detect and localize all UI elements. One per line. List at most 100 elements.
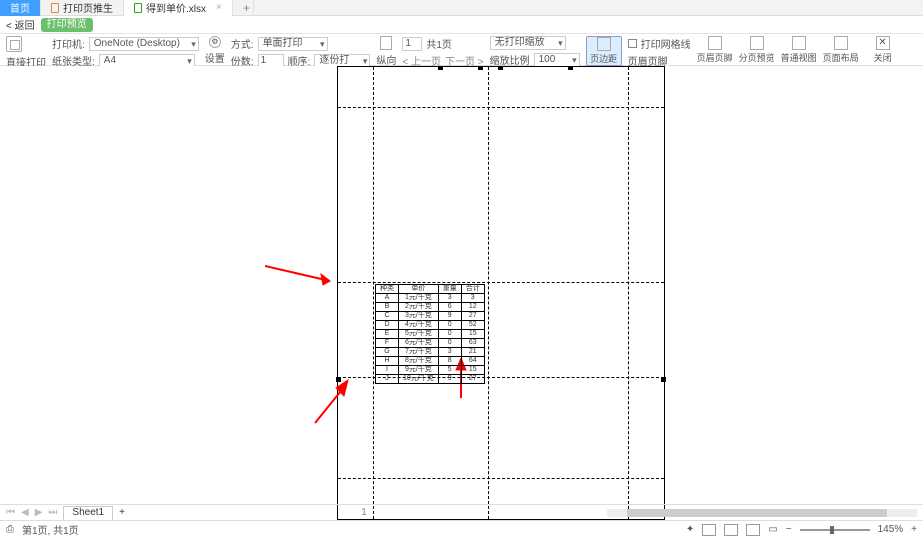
margin-bottom-line[interactable] [338,478,664,479]
tab-doc1-label: 打印页推生 [63,0,113,15]
printer-select[interactable]: OneNote (Desktop) [89,37,199,51]
view-break-icon[interactable] [746,524,760,536]
table-cell: 6 [438,303,461,312]
table-cell: C [376,312,399,321]
zoom-slider[interactable] [800,529,870,531]
page-layout-icon [834,36,848,50]
tab-add[interactable]: + [233,0,254,16]
sheet-tab[interactable]: Sheet1 [63,506,113,520]
status-bar: ⎙ 第1页, 共1页 ✦ ▭ − 145% + [0,520,923,538]
margin-handle[interactable] [478,66,483,70]
margins-button[interactable]: 页边距 [586,36,622,66]
tab-doc2[interactable]: 得到单价.xlsx× [124,0,233,16]
table-cell: 27 [461,375,484,384]
header-footer-icon [708,36,722,50]
title-tabs: 首页 打印页推生 得到单价.xlsx× + [0,0,923,16]
printer-icon[interactable] [6,36,22,52]
tab-close-icon[interactable]: × [216,2,222,13]
printer-label: 打印机: [52,36,85,51]
table-row: B2元/千克612 [376,303,485,312]
page-layout-label: 页面布局 [823,51,859,64]
table-cell: 3 [461,294,484,303]
column-break-line[interactable] [488,67,489,519]
ratio-select[interactable]: 100 % [534,53,580,67]
annotation-arrow-3 [310,378,355,428]
sheet-nav-first[interactable]: ⏮ [6,507,15,518]
margin-handle[interactable] [568,66,573,70]
sheet-nav-last[interactable]: ⏭ [48,507,57,518]
preview-canvas[interactable]: 种类 单价 重量 合计 A1元/千克33B2元/千克612C3元/千克927D4… [0,66,923,520]
view-mode-icon[interactable]: ✦ [686,524,694,535]
tab-home[interactable]: 首页 [0,0,41,16]
page-layout-button[interactable]: 页面布局 [823,36,859,64]
table-cell: 15 [461,330,484,339]
h-scrollbar[interactable] [607,509,917,517]
print-preview-button[interactable]: 打印预览 [41,18,93,32]
margin-right-line[interactable] [628,67,629,519]
table-row: H8元/千克864 [376,357,485,366]
table-cell: 64 [461,357,484,366]
header-footer-button[interactable]: 页眉页脚 [697,36,733,64]
table-cell: 5 [438,366,461,375]
doc-icon [51,3,59,13]
table-cell: 9 [438,312,461,321]
table-cell: G [376,348,399,357]
page-break-button[interactable]: 分页预览 [739,36,775,64]
table-cell: 21 [461,348,484,357]
normal-view-icon [792,36,806,50]
table-cell: 7元/千克 [399,348,439,357]
table-row: E5元/千克015 [376,330,485,339]
direct-print-group: 直接打印 [6,36,46,69]
table-header-row: 种类 单价 重量 合计 [376,285,485,294]
margins-icon [597,37,611,51]
margins-label: 页边距 [590,52,617,65]
margin-handle[interactable] [498,66,503,70]
h-scroll-thumb[interactable] [627,509,887,517]
row-break-line-1[interactable] [338,282,664,283]
orient-select[interactable]: 单面打印 [258,37,328,51]
grid-checkbox[interactable] [628,39,637,48]
zoom-out-button[interactable]: − [786,524,792,535]
normal-view-button[interactable]: 普通视图 [781,36,817,64]
sheet-nav-prev[interactable]: ◀ [21,507,29,518]
margin-handle[interactable] [438,66,443,70]
table-cell: 1元/千克 [399,294,439,303]
zoom-in-button[interactable]: + [911,524,917,535]
table-row: D4元/千克052 [376,321,485,330]
orientation-label: 纵向 [376,52,396,67]
zoom-value[interactable]: 145% [878,524,904,535]
orientation-icon[interactable] [380,36,392,50]
sheet-nav-next[interactable]: ▶ [35,507,43,518]
grid-label: 打印网格线 [641,36,691,51]
margin-left-line[interactable] [373,67,374,519]
settings-icon[interactable]: ⚙ [209,36,221,48]
page-break-label: 分页预览 [739,51,775,64]
margin-top-line[interactable] [338,107,664,108]
sheet-tab-row: ⏮ ◀ ▶ ⏭ Sheet1 + 1 [0,504,923,520]
status-pages: 第1页, 共1页 [22,522,79,537]
table-cell: I [376,366,399,375]
margin-handle[interactable] [661,377,666,382]
page-from-input[interactable]: 1 [402,37,422,51]
back-row: < 返回 打印预览 [0,16,923,34]
table-cell: E [376,330,399,339]
back-button[interactable]: < 返回 [6,17,35,32]
table-cell: 6元/千克 [399,339,439,348]
table-row: G7元/千克321 [376,348,485,357]
sheet-add-button[interactable]: + [119,507,125,518]
table-cell: F [376,339,399,348]
table-cell: 3 [438,294,461,303]
page-total-label: 共1页 [426,36,452,51]
status-icon: ⎙ [6,524,14,535]
close-icon: ✕ [876,36,890,50]
tab-doc1[interactable]: 打印页推生 [41,0,124,16]
scaling-select[interactable]: 无打印缩放 [490,36,566,50]
view-reading-icon[interactable]: ▭ [768,524,777,535]
zoom-knob[interactable] [830,526,834,534]
table-cell: 12 [461,303,484,312]
annotation-arrow-1 [265,261,345,291]
view-layout-icon[interactable] [724,524,738,536]
table-cell: D [376,321,399,330]
view-normal-icon[interactable] [702,524,716,536]
close-button[interactable]: ✕关闭 [865,36,901,64]
